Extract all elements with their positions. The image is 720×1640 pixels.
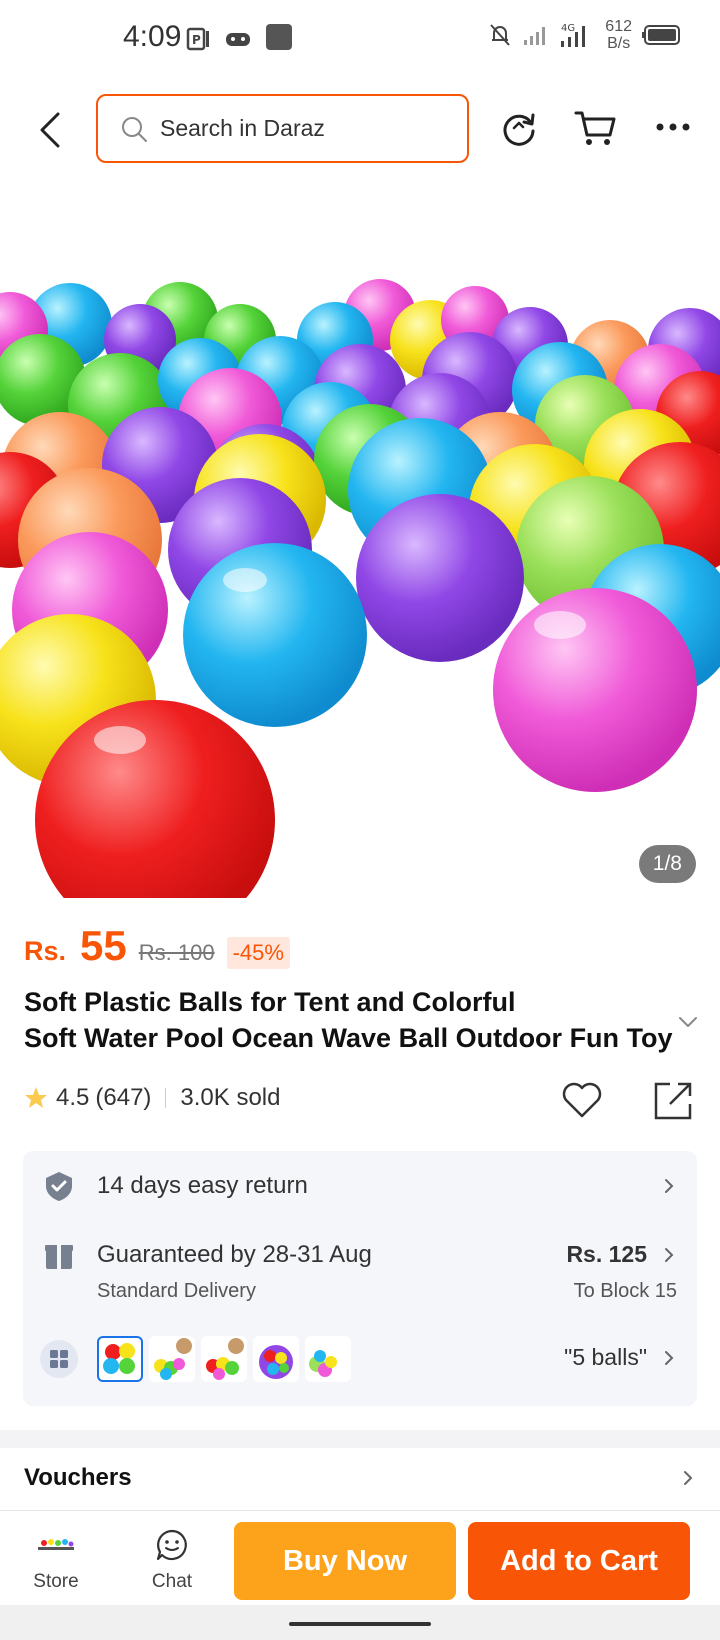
status-bar: 4:09 P 4G 612 B/s bbox=[0, 0, 720, 80]
vouchers-row[interactable]: Vouchers bbox=[0, 1448, 720, 1508]
store-logo-icon bbox=[38, 1539, 74, 1550]
chevron-right-icon bbox=[665, 1351, 674, 1365]
variant-thumb[interactable] bbox=[253, 1336, 299, 1382]
divider bbox=[165, 1088, 167, 1108]
vouchers-label: Vouchers bbox=[24, 1464, 132, 1491]
back-button[interactable] bbox=[30, 105, 70, 155]
more-options-button[interactable] bbox=[648, 102, 698, 152]
buy-now-button[interactable]: Buy Now bbox=[234, 1522, 456, 1600]
price-amount: 55 bbox=[80, 922, 127, 969]
grid-icon bbox=[40, 1340, 78, 1378]
sold-count: 3.0K sold bbox=[180, 1084, 281, 1111]
chat-button[interactable]: Chat bbox=[132, 1521, 212, 1601]
more-dots-icon bbox=[656, 123, 690, 131]
original-price: Rs. 100 bbox=[138, 940, 215, 965]
variant-row[interactable]: "5 balls" bbox=[23, 1319, 697, 1389]
variant-image bbox=[103, 1343, 135, 1374]
chevron-right-icon bbox=[684, 1471, 693, 1485]
home-gesture-bar[interactable] bbox=[289, 1622, 431, 1626]
product-title[interactable]: Soft Plastic Balls for Tent and Colorful… bbox=[24, 984, 674, 1056]
delivery-guarantee-label: Guaranteed by 28-31 Aug bbox=[97, 1241, 372, 1268]
product-title-line1: Soft Plastic Balls for Tent and Colorful bbox=[24, 987, 516, 1017]
rating-score: 4.5 bbox=[56, 1084, 90, 1111]
chevron-down-icon[interactable] bbox=[676, 1010, 700, 1034]
notification-app-icon: P bbox=[186, 27, 209, 51]
variant-thumb[interactable] bbox=[201, 1336, 247, 1382]
return-policy-label: 14 days easy return bbox=[97, 1172, 308, 1199]
search-input[interactable]: Search in Daraz bbox=[96, 94, 469, 163]
network-speed-value: 612 bbox=[605, 18, 632, 35]
rating-row: 4.5 (647) 3.0K sold bbox=[24, 1078, 696, 1120]
return-policy-row[interactable]: 14 days easy return bbox=[23, 1151, 697, 1221]
top-nav: Search in Daraz bbox=[0, 80, 720, 180]
variant-image bbox=[206, 1338, 244, 1380]
section-divider bbox=[0, 1430, 720, 1448]
chat-icon bbox=[156, 1529, 187, 1561]
variant-image bbox=[154, 1338, 192, 1380]
product-image bbox=[0, 180, 720, 898]
chevron-left-icon bbox=[40, 112, 60, 148]
status-right-icons: 4G 612 B/s bbox=[487, 18, 682, 52]
variant-image bbox=[309, 1350, 337, 1377]
svg-text:4G: 4G bbox=[561, 23, 575, 34]
add-to-cart-button[interactable]: Add to Cart bbox=[468, 1522, 690, 1600]
selected-variant-label: "5 balls" bbox=[564, 1344, 647, 1370]
package-icon bbox=[45, 1245, 73, 1269]
chevron-right-icon bbox=[665, 1248, 674, 1262]
svg-text:P: P bbox=[192, 33, 201, 47]
gamepad-icon bbox=[226, 33, 250, 46]
delivery-row[interactable]: Guaranteed by 28-31 Aug Standard Deliver… bbox=[23, 1223, 697, 1303]
store-button[interactable]: Store bbox=[16, 1521, 96, 1601]
service-card: 14 days easy return Guaranteed by 28-31 … bbox=[23, 1151, 697, 1406]
network-speed-unit: B/s bbox=[607, 35, 631, 52]
chevron-right-icon bbox=[665, 1179, 674, 1193]
delivery-price: Rs. 125 bbox=[566, 1241, 647, 1267]
product-image-gallery[interactable]: 1/8 bbox=[0, 180, 720, 898]
variant-image bbox=[259, 1345, 293, 1379]
signal-4g-icon: 4G bbox=[561, 23, 586, 47]
discount-badge: -45% bbox=[226, 937, 290, 969]
chat-label: Chat bbox=[151, 1571, 193, 1592]
variant-thumbnails bbox=[97, 1336, 351, 1382]
share-refresh-button[interactable] bbox=[494, 102, 544, 152]
wishlist-heart-icon[interactable] bbox=[560, 1078, 604, 1122]
delivery-type-label: Standard Delivery bbox=[97, 1280, 256, 1302]
price-currency: Rs. bbox=[24, 936, 67, 966]
star-icon bbox=[25, 1087, 47, 1108]
app-square-icon bbox=[266, 24, 292, 50]
status-time: 4:09 bbox=[123, 20, 182, 53]
delivery-location: To Block 15 bbox=[573, 1280, 677, 1302]
variant-thumb[interactable] bbox=[97, 1336, 143, 1382]
shield-check-icon bbox=[46, 1172, 72, 1201]
price-row: Rs. 55 Rs. 100 -45% bbox=[24, 922, 290, 970]
search-icon bbox=[122, 116, 147, 142]
gesture-nav-area bbox=[0, 1605, 720, 1640]
refresh-arrow-icon bbox=[503, 113, 535, 146]
cart-button[interactable] bbox=[571, 102, 621, 152]
store-label: Store bbox=[33, 1571, 79, 1592]
cart-icon bbox=[574, 111, 616, 145]
battery-icon bbox=[642, 25, 680, 45]
mute-bell-icon bbox=[490, 24, 511, 46]
share-icon[interactable] bbox=[652, 1078, 696, 1122]
product-title-line2: Soft Water Pool Ocean Wave Ball Outdoor … bbox=[24, 1023, 673, 1053]
image-counter: 1/8 bbox=[638, 845, 696, 883]
variant-thumb[interactable] bbox=[149, 1336, 195, 1382]
bottom-action-bar: Store Chat Buy Now Add to Cart bbox=[0, 1510, 720, 1605]
rating-count[interactable]: (647) bbox=[95, 1084, 151, 1112]
variant-thumb[interactable] bbox=[305, 1336, 351, 1382]
signal-icon bbox=[524, 27, 546, 45]
network-speed: 612 B/s bbox=[605, 18, 632, 52]
search-placeholder: Search in Daraz bbox=[160, 115, 325, 141]
